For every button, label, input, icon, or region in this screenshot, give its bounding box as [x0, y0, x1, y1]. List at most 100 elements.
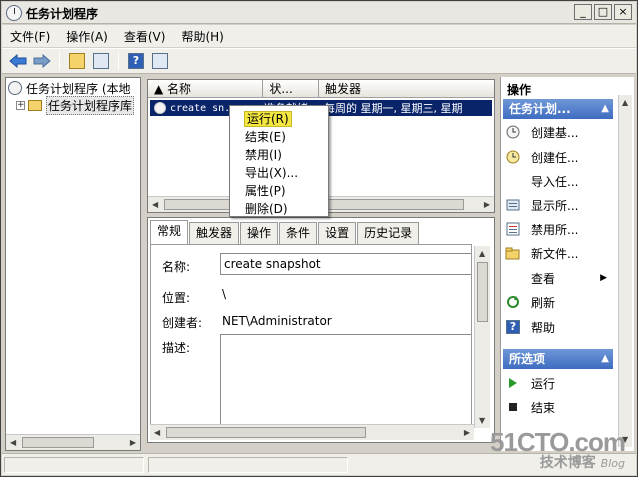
menu-item-delete[interactable]: 删除(D)	[230, 200, 328, 218]
menu-bar: 文件(F) 操作(A) 查看(V) 帮助(H)	[2, 25, 636, 47]
scroll-right-icon[interactable]: ▶	[130, 438, 136, 447]
menu-item-export[interactable]: 导出(X)...	[230, 164, 328, 182]
tab-conditions[interactable]: 条件	[279, 222, 318, 244]
display-running-tasks-icon	[505, 197, 521, 213]
action-label: 结束	[531, 400, 556, 415]
menu-view[interactable]: 查看(V)	[116, 28, 174, 45]
forward-arrow-icon[interactable]	[32, 51, 52, 71]
menu-action[interactable]: 操作(A)	[58, 28, 116, 45]
tab-triggers[interactable]: 触发器	[189, 222, 240, 244]
back-arrow-icon[interactable]	[8, 51, 28, 71]
details-horizontal-scrollbar[interactable]: ◀ ▶	[150, 424, 474, 440]
action-run[interactable]: 运行	[505, 373, 555, 393]
tab-actions[interactable]: 操作	[240, 222, 279, 244]
action-label: 创建基...	[531, 125, 579, 140]
watermark-logo: 51CTO.com 技术博客 Blog	[490, 429, 626, 472]
action-display-running[interactable]: 显示所...	[505, 195, 578, 215]
scroll-left-icon[interactable]: ◀	[152, 200, 158, 209]
section-label: 所选项	[509, 352, 546, 366]
action-refresh[interactable]: 刷新	[505, 292, 555, 312]
view-blank-icon	[505, 270, 521, 286]
menu-file[interactable]: 文件(F)	[2, 28, 58, 45]
details-vertical-scrollbar[interactable]: ▲ ▼	[474, 246, 490, 428]
action-end[interactable]: 结束	[505, 397, 555, 417]
task-details-pane: 常规 触发器 操作 条件 设置 历史记录 名称: create snapshot…	[147, 217, 495, 443]
scrollbar-thumb[interactable]	[166, 427, 366, 438]
description-field[interactable]	[220, 334, 471, 429]
author-label: 创建者:	[162, 316, 203, 330]
column-header-name[interactable]: ▲ 名称	[148, 80, 264, 98]
show-hide-tree-icon[interactable]	[91, 51, 111, 71]
actions-pane: 操作 任务计划... ▲ 创建基... 创建任... 导入任... 显示所...…	[500, 77, 634, 451]
scroll-right-icon[interactable]: ▶	[484, 200, 490, 209]
action-create-basic-task[interactable]: 创建基...	[505, 122, 578, 142]
action-new-folder[interactable]: 新文件...	[505, 243, 578, 263]
tree-item-library[interactable]: + 任务计划程序库	[8, 95, 135, 115]
location-value: \	[222, 287, 227, 301]
menu-item-end[interactable]: 结束(E)	[230, 128, 328, 146]
action-label: 显示所...	[531, 198, 579, 213]
action-view[interactable]: 查看 ▶	[505, 268, 607, 288]
watermark-blog-label: 技术博客	[539, 455, 596, 471]
action-create-task[interactable]: 创建任...	[505, 147, 578, 167]
watermark-tag: Blog	[600, 457, 625, 470]
scrollbar-thumb[interactable]	[477, 262, 488, 322]
menu-help[interactable]: 帮助(H)	[173, 28, 231, 45]
refresh-icon	[505, 294, 521, 310]
import-task-blank-icon	[505, 173, 521, 189]
scrollbar-thumb[interactable]	[22, 437, 94, 448]
clock-app-icon	[6, 5, 22, 21]
toolbar-separator	[118, 52, 119, 70]
general-tab-content: 名称: create snapshot 位置: \ 创建者: NET\Admin…	[150, 244, 472, 430]
tab-history[interactable]: 历史记录	[357, 222, 420, 244]
action-import-task[interactable]: 导入任...	[505, 171, 578, 191]
collapse-icon[interactable]: ▲	[601, 349, 609, 369]
scroll-up-icon[interactable]: ▲	[479, 249, 485, 258]
tree-item-root[interactable]: 任务计划程序 (本地	[8, 80, 131, 96]
tree-item-label: 任务计划程序 (本地	[26, 81, 131, 96]
description-label: 描述:	[162, 341, 191, 355]
tree-item-label: 任务计划程序库	[46, 95, 135, 115]
action-help[interactable]: ? 帮助	[505, 317, 555, 337]
help-icon[interactable]: ?	[126, 51, 146, 71]
scroll-right-icon[interactable]: ▶	[464, 428, 470, 437]
collapse-icon[interactable]: ▲	[601, 99, 609, 119]
menu-item-run[interactable]: 运行(R)	[230, 110, 328, 128]
console-tree: 任务计划程序 (本地 + 任务计划程序库 ◀ ▶	[5, 77, 141, 451]
folder-icon	[28, 99, 42, 111]
scroll-down-icon[interactable]: ▼	[479, 416, 485, 425]
scroll-left-icon[interactable]: ◀	[10, 438, 16, 447]
up-folder-icon[interactable]	[67, 51, 87, 71]
maximize-button[interactable]: □	[594, 4, 612, 20]
expand-icon[interactable]: +	[16, 100, 25, 110]
close-button[interactable]: ×	[614, 4, 632, 20]
scroll-up-icon[interactable]: ▲	[622, 98, 628, 107]
column-name-label: 名称	[167, 82, 192, 96]
actions-section-selected-item[interactable]: 所选项 ▲	[503, 349, 613, 369]
help-icon: ?	[505, 319, 521, 335]
tab-settings[interactable]: 设置	[318, 222, 357, 244]
show-hide-action-pane-icon[interactable]	[150, 51, 170, 71]
actions-section-task-scheduler[interactable]: 任务计划... ▲	[503, 99, 613, 119]
action-disable-history[interactable]: 禁用所...	[505, 219, 578, 239]
action-label: 禁用所...	[531, 222, 579, 237]
name-field[interactable]: create snapshot	[220, 253, 471, 275]
actions-vertical-scrollbar[interactable]: ▲ ▼	[618, 95, 632, 447]
column-header-status[interactable]: 状...	[263, 80, 320, 98]
title-bar[interactable]: 任务计划程序 _ □ ×	[2, 2, 636, 24]
tree-horizontal-scrollbar[interactable]: ◀ ▶	[6, 434, 140, 450]
name-label: 名称:	[162, 260, 191, 274]
minimize-button[interactable]: _	[574, 4, 592, 20]
menu-item-disable[interactable]: 禁用(I)	[230, 146, 328, 164]
scroll-left-icon[interactable]: ◀	[154, 428, 160, 437]
window-controls: _ □ ×	[574, 4, 632, 20]
actions-pane-title: 操作	[507, 83, 532, 97]
tab-general[interactable]: 常规	[150, 220, 189, 244]
location-label: 位置:	[162, 291, 191, 305]
menu-item-properties[interactable]: 属性(P)	[230, 182, 328, 200]
column-header-trigger[interactable]: 触发器	[319, 80, 494, 98]
stop-icon	[505, 399, 521, 415]
toolbar-separator	[59, 52, 60, 70]
action-label: 新文件...	[531, 246, 579, 261]
watermark-caption: 技术博客 Blog	[490, 455, 625, 472]
